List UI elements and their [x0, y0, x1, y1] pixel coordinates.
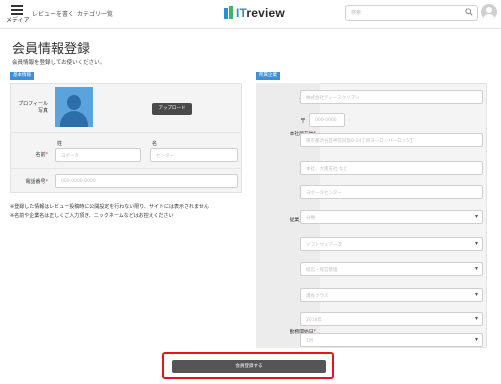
privacy-note: ※登録した情報はレビュー投稿時に公開設定を行わない限り、サイトには表示されません — [10, 204, 209, 210]
user-avatar-icon[interactable] — [481, 4, 497, 20]
company-section-label: 所属企業 — [256, 72, 280, 80]
page-subtitle: 会員情報を登録してお使いください。 — [12, 60, 106, 66]
hamburger-menu-icon[interactable] — [9, 3, 25, 15]
profile-photo-label: プロフィール 写真 — [18, 101, 48, 114]
itreview-logo[interactable]: ITreview — [224, 5, 285, 21]
first-name-label: 名 — [152, 141, 158, 147]
job-type-select[interactable]: 経営・経営管理 — [300, 262, 483, 276]
nav-category-list-link[interactable]: カテゴリ一覧 — [77, 9, 113, 18]
logo-text: ITreview — [236, 6, 285, 20]
branch-name-input[interactable]: 本社、大阪支社 など — [300, 161, 483, 175]
start-month-select[interactable]: 1月 — [300, 333, 483, 347]
header-divider — [0, 28, 501, 29]
upload-button[interactable]: アップロード — [152, 103, 192, 115]
page-title: 会員情報登録 — [12, 42, 91, 57]
phone-input[interactable]: 000-0000-0000 — [55, 174, 238, 188]
basic-info-section-label: 基本情報 — [10, 72, 34, 80]
industry-select[interactable]: ソフトウェア一次 — [300, 237, 483, 251]
name-label: 名前* — [35, 152, 48, 158]
row-divider — [10, 132, 242, 133]
logo-mark-icon — [224, 6, 234, 20]
last-name-label: 姓 — [57, 141, 63, 147]
position-select[interactable]: 課長クラス — [300, 288, 483, 302]
postal-mark: 〒 — [300, 118, 307, 125]
menu-label[interactable]: メディア — [6, 15, 30, 24]
nav-write-review-link[interactable]: レビューを書く — [32, 9, 74, 18]
company-name-input[interactable]: 株式会社ディースクリブシ — [300, 90, 483, 104]
search-icon[interactable] — [465, 8, 473, 16]
search-input[interactable]: 検索 — [345, 5, 478, 21]
address-input[interactable]: 東京都渋谷区神宮前仮6-24丁目ヨーロンバーロン5丁 — [300, 133, 483, 147]
profile-photo-placeholder — [55, 87, 93, 127]
search-placeholder: 検索 — [351, 10, 362, 16]
name-guideline-note: ※名前や企業名は正しくご入力頂き、ニックネームなどはお控えください — [10, 213, 174, 219]
department-input[interactable]: ヨボータセンター — [300, 185, 483, 199]
last-name-input[interactable]: ヨボータ — [55, 148, 141, 162]
row-divider — [10, 168, 242, 169]
postal-code-input[interactable]: 000-0000 — [309, 113, 345, 127]
employee-size-select[interactable]: 分類 — [300, 210, 483, 224]
start-year-select[interactable]: 2018年 — [300, 312, 483, 326]
register-submit-button[interactable]: 会員登録する — [172, 360, 326, 373]
phone-label: 電話番号* — [25, 179, 48, 185]
first-name-input[interactable]: センター — [150, 148, 238, 162]
